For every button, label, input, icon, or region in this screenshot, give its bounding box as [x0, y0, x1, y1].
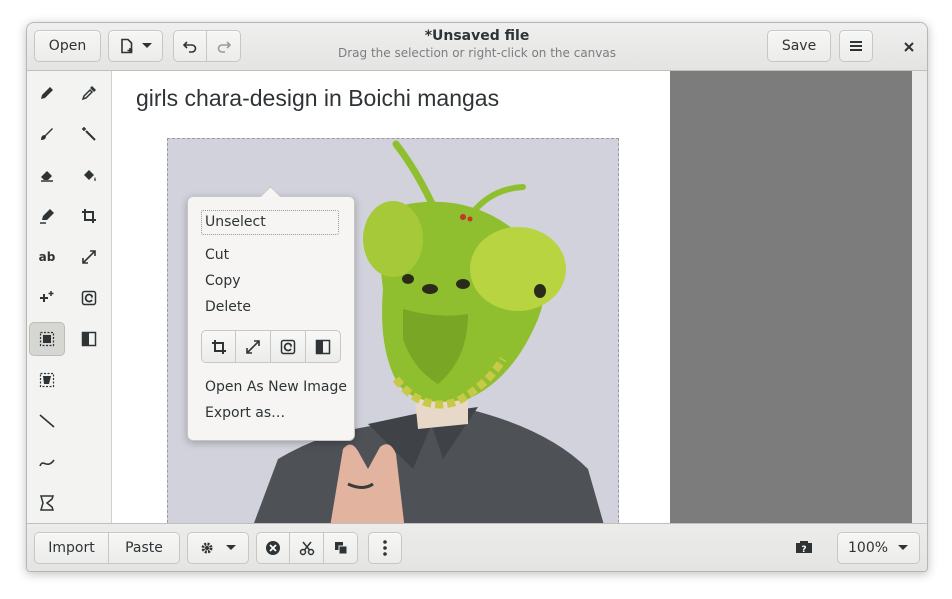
- menu-item-cut[interactable]: Cut: [205, 247, 229, 263]
- undo-button[interactable]: [173, 30, 207, 62]
- new-image-menu-button[interactable]: [108, 30, 163, 62]
- window-title: *Unsaved file: [424, 28, 530, 44]
- tool-free-select[interactable]: [29, 363, 65, 397]
- tool-text[interactable]: ab: [29, 240, 65, 274]
- import-label: Import: [48, 540, 95, 556]
- tool-paint-bucket[interactable]: [71, 158, 107, 192]
- scale-selection-button[interactable]: [236, 330, 271, 363]
- filters-icon: [315, 339, 331, 355]
- tool-options-button[interactable]: [187, 532, 249, 564]
- tool-filters[interactable]: [71, 322, 107, 356]
- selection-tools-row: [201, 330, 341, 363]
- scale-icon: [81, 249, 97, 265]
- rect-select-icon: [39, 331, 55, 347]
- redo-button[interactable]: [207, 30, 241, 62]
- tool-brush[interactable]: [29, 117, 65, 151]
- menu-icon: [849, 40, 863, 52]
- tool-line[interactable]: [29, 404, 65, 438]
- tool-shape[interactable]: [29, 486, 65, 520]
- scissors-icon: [299, 540, 315, 556]
- menu-item-unselect[interactable]: Unselect: [205, 214, 266, 230]
- help-button[interactable]: ?: [795, 540, 813, 556]
- redo-icon: [217, 39, 231, 53]
- tool-pencil[interactable]: [29, 76, 65, 110]
- canvas-text: girls chara-design in Boichi mangas: [136, 85, 500, 111]
- highlighter-icon: [39, 208, 55, 224]
- tool-crop[interactable]: [71, 199, 107, 233]
- tools-panel: ab: [27, 71, 112, 523]
- filters-icon: [81, 331, 97, 347]
- free-select-icon: [39, 372, 55, 388]
- duplicate-icon: [333, 540, 349, 556]
- paste-button[interactable]: Paste: [109, 532, 180, 564]
- app-window: Open *Unsaved file Drag the selection or…: [26, 22, 928, 572]
- zoom-label: 100%: [848, 540, 889, 556]
- magic-wand-icon: [81, 126, 97, 142]
- open-button[interactable]: Open: [34, 30, 101, 62]
- crop-selection-button[interactable]: [201, 330, 236, 363]
- scale-icon: [245, 339, 261, 355]
- menu-item-open-as-new-image[interactable]: Open As New Image: [205, 379, 347, 395]
- line-icon: [39, 413, 55, 429]
- window-subtitle: Drag the selection or right-click on the…: [338, 46, 616, 60]
- tool-rect-select[interactable]: [29, 322, 65, 356]
- help-icon: ?: [795, 540, 813, 556]
- close-icon: [903, 41, 915, 53]
- tool-curve[interactable]: [29, 445, 65, 479]
- menu-item-delete[interactable]: Delete: [205, 299, 251, 315]
- color-picker-icon: [81, 85, 97, 101]
- tool-color-picker[interactable]: [71, 76, 107, 110]
- close-button[interactable]: [893, 31, 925, 63]
- new-image-icon: [119, 38, 135, 54]
- undo-icon: [183, 39, 197, 53]
- crop-icon: [211, 339, 227, 355]
- tool-magic-wand[interactable]: [71, 117, 107, 151]
- zoom-button[interactable]: 100%: [837, 532, 920, 564]
- rotate-icon: [81, 290, 97, 306]
- sparkles-icon: [39, 290, 55, 306]
- paint-bucket-icon: [81, 167, 97, 183]
- crop-icon: [81, 208, 97, 224]
- header-bar: Open *Unsaved file Drag the selection or…: [27, 23, 927, 71]
- filters-selection-button[interactable]: [306, 330, 341, 363]
- brush-icon: [39, 126, 55, 142]
- tool-eraser[interactable]: [29, 158, 65, 192]
- menu-item-export-as[interactable]: Export as…: [205, 405, 285, 421]
- open-label: Open: [48, 38, 87, 54]
- more-options-button[interactable]: [368, 532, 402, 564]
- cut-button[interactable]: [290, 532, 324, 564]
- rotate-icon: [280, 339, 296, 355]
- chevron-down-icon: [897, 544, 909, 552]
- tool-scale[interactable]: [71, 240, 107, 274]
- gear-icon: [199, 540, 215, 556]
- save-label: Save: [781, 38, 817, 54]
- text-icon: ab: [38, 250, 56, 264]
- import-button[interactable]: Import: [34, 532, 109, 564]
- tool-rotate[interactable]: [71, 281, 107, 315]
- pencil-icon: [39, 85, 55, 101]
- save-button[interactable]: Save: [767, 30, 831, 62]
- curve-icon: [39, 454, 55, 470]
- chevron-down-icon: [225, 544, 237, 552]
- main-menu-button[interactable]: [839, 30, 873, 62]
- tool-highlighter[interactable]: [29, 199, 65, 233]
- menu-item-copy[interactable]: Copy: [205, 273, 241, 289]
- unselect-icon: [265, 540, 281, 556]
- unselect-button[interactable]: [256, 532, 290, 564]
- more-icon: [383, 540, 387, 556]
- tool-sparkles[interactable]: [29, 281, 65, 315]
- duplicate-button[interactable]: [324, 532, 358, 564]
- chevron-down-icon: [141, 42, 153, 50]
- window-title-box: *Unsaved file Drag the selection or righ…: [327, 28, 627, 60]
- paste-label: Paste: [125, 540, 163, 556]
- selection-context-menu: Unselect Cut Copy Delete Open As New Ima…: [187, 185, 355, 441]
- shape-icon: [39, 495, 55, 511]
- svg-text:?: ?: [801, 545, 806, 555]
- rotate-selection-button[interactable]: [271, 330, 306, 363]
- eraser-icon: [39, 167, 55, 183]
- bottom-bar: Import Paste ? 100%: [27, 523, 927, 571]
